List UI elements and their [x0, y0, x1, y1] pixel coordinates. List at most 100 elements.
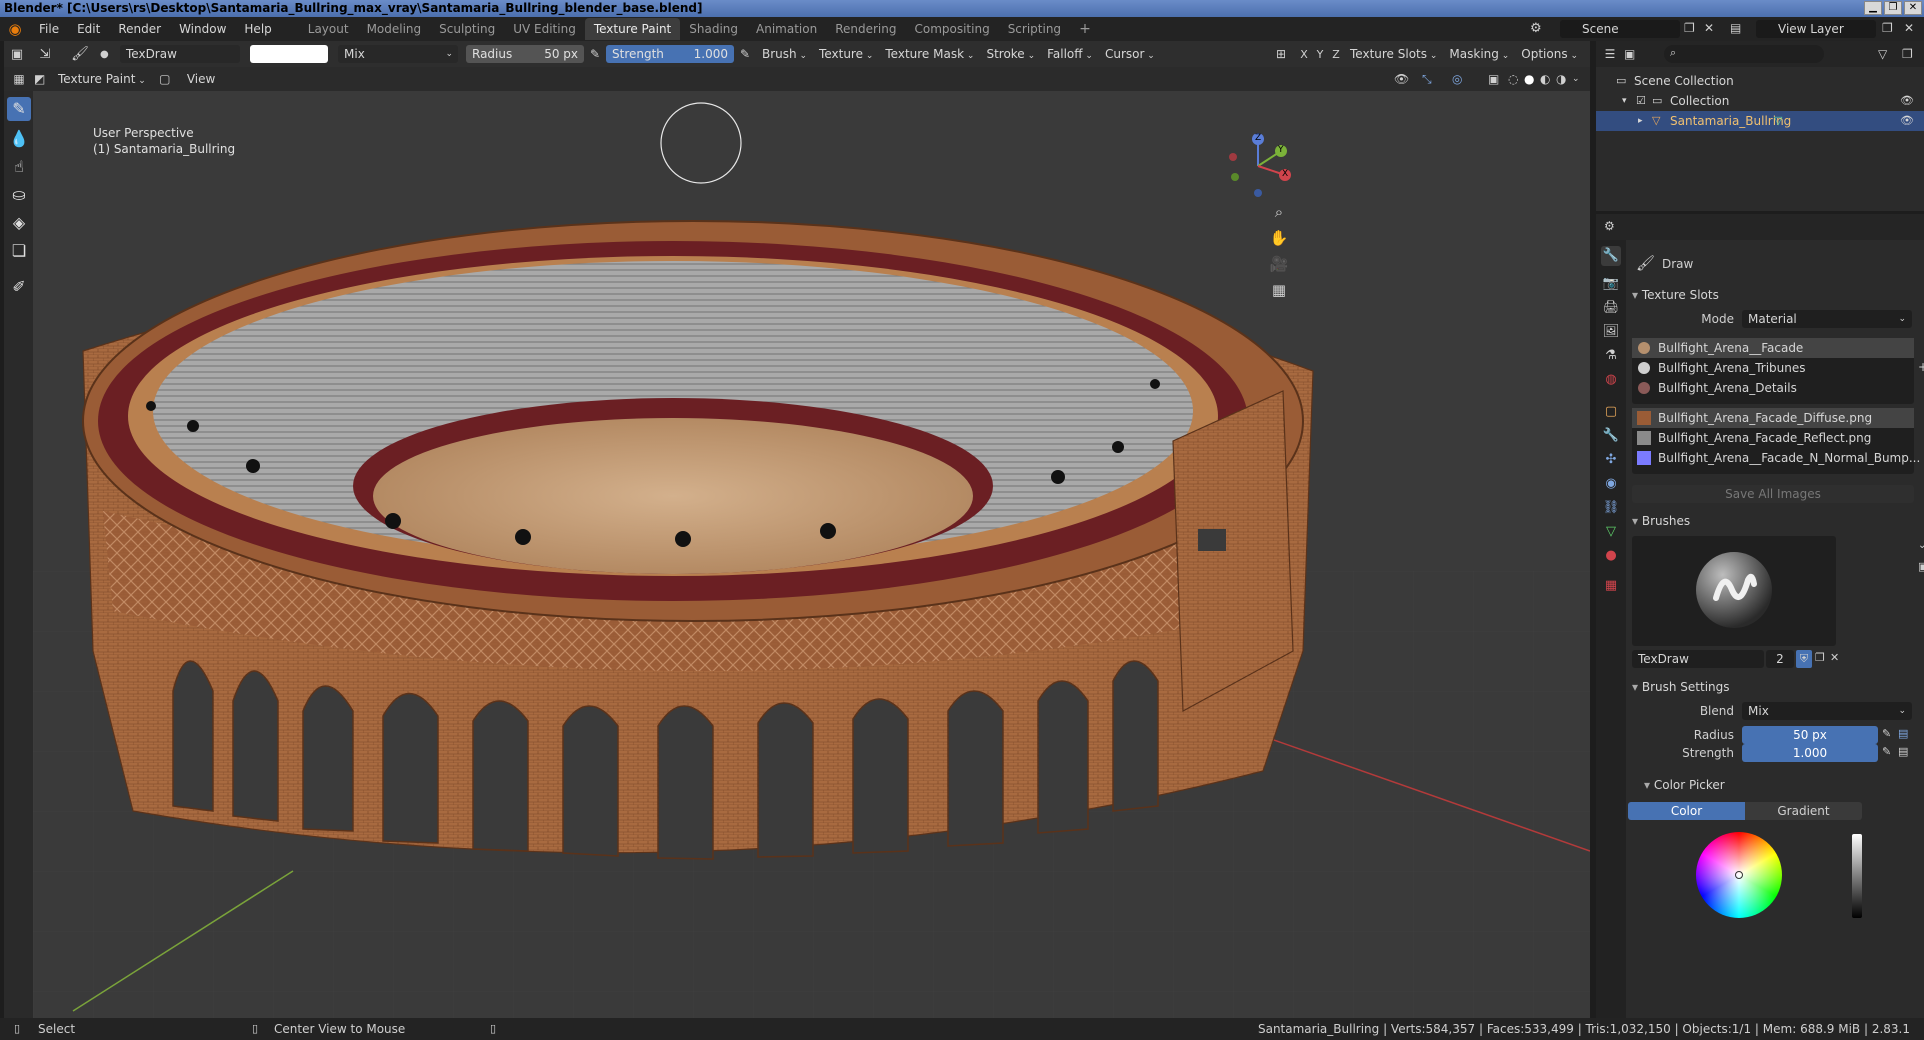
mode-select[interactable]: Material: [1742, 310, 1912, 328]
texture-slots-panel-header[interactable]: Texture Slots: [1632, 288, 1719, 302]
world-tab-icon[interactable]: ◍: [1601, 370, 1621, 390]
expand-arrow-icon[interactable]: ▸: [1638, 111, 1643, 131]
scene-selector[interactable]: Scene: [1560, 20, 1680, 38]
tab-compositing[interactable]: Compositing: [905, 18, 998, 40]
view-layer-selector[interactable]: View Layer: [1756, 20, 1876, 38]
minimize-button[interactable]: ▁: [1864, 1, 1882, 15]
color-wheel-cursor[interactable]: [1735, 871, 1743, 879]
object-tab-icon[interactable]: ▢: [1601, 402, 1621, 422]
list-item[interactable]: Bullfight_Arena_Tribunes: [1632, 358, 1914, 378]
radius-slider[interactable]: 50 px: [1742, 726, 1878, 744]
strength-pressure-icon[interactable]: ✎: [1882, 745, 1891, 758]
symmetry-icon[interactable]: ⊞: [1276, 47, 1296, 61]
blender-logo-icon[interactable]: ◉: [0, 20, 30, 38]
menu-edit[interactable]: Edit: [68, 22, 109, 36]
new-view-layer-icon[interactable]: ❐: [1882, 21, 1893, 35]
add-workspace-button[interactable]: +: [1070, 17, 1100, 41]
brush-users-count[interactable]: 2: [1766, 650, 1794, 668]
clone-tool-button[interactable]: ⛀: [7, 183, 31, 207]
shading-solid-icon[interactable]: ●: [1524, 72, 1540, 86]
brushes-panel-header[interactable]: Brushes: [1632, 514, 1690, 528]
overlay-icon[interactable]: ◎: [1452, 72, 1488, 86]
image-slot-list[interactable]: Bullfight_Arena_Facade_Diffuse.png Bullf…: [1632, 408, 1920, 474]
shading-wireframe-icon[interactable]: ◌: [1508, 72, 1524, 86]
output-tab-icon[interactable]: 🖨: [1601, 298, 1621, 318]
modifier-tab-icon[interactable]: 🔧: [1601, 426, 1621, 446]
outliner-search-input[interactable]: ⌕: [1664, 45, 1824, 63]
strength-slider[interactable]: 1.000: [1742, 744, 1878, 762]
fake-user-shield-icon[interactable]: ⛨: [1796, 650, 1812, 668]
annotate-tool-button[interactable]: ✐: [7, 275, 31, 299]
mirror-x-toggle[interactable]: X: [1296, 48, 1312, 61]
falloff-menu[interactable]: Falloff: [1041, 47, 1099, 61]
duplicate-brush-icon[interactable]: ❐: [1815, 651, 1825, 664]
tab-scripting[interactable]: Scripting: [999, 18, 1070, 40]
brush-color-swatch[interactable]: [250, 45, 328, 63]
tool-mode-icon[interactable]: ⇲: [30, 47, 60, 62]
brush-options-icon[interactable]: ▣: [1918, 560, 1924, 573]
list-item[interactable]: Bullfight_Arena__Facade: [1632, 338, 1914, 358]
constraints-tab-icon[interactable]: ⛓: [1601, 498, 1621, 518]
blend-select[interactable]: Mix: [1742, 702, 1912, 720]
tab-sculpting[interactable]: Sculpting: [430, 18, 504, 40]
shading-options-icon[interactable]: ⌄: [1572, 74, 1590, 84]
brush-name-field[interactable]: TexDraw: [120, 45, 240, 63]
remove-scene-icon[interactable]: ✕: [1704, 21, 1714, 35]
brush-preview[interactable]: [1632, 536, 1836, 646]
outliner-row-scene-collection[interactable]: ▭ Scene Collection: [1596, 71, 1924, 91]
color-wheel[interactable]: [1696, 832, 1782, 918]
material-slot-list[interactable]: Bullfight_Arena__Facade Bullfight_Arena_…: [1632, 338, 1914, 404]
expand-arrow-icon[interactable]: ▾: [1622, 91, 1627, 111]
view-editor-icon[interactable]: ▦: [4, 72, 34, 86]
tab-rendering[interactable]: Rendering: [826, 18, 905, 40]
scene-tab-icon[interactable]: ⚗: [1601, 346, 1621, 366]
viewport-canvas[interactable]: User Perspective (1) Santamaria_Bullring…: [33, 91, 1590, 1018]
strength-unit-icon[interactable]: ▤: [1898, 745, 1908, 758]
tab-uv-editing[interactable]: UV Editing: [504, 18, 585, 40]
editor-type-icon[interactable]: ▣: [4, 47, 30, 62]
list-item[interactable]: Bullfight_Arena_Facade_Reflect.png: [1632, 428, 1914, 448]
data-tab-icon[interactable]: ▽: [1601, 522, 1621, 542]
tool-tab-icon[interactable]: 🔧: [1601, 246, 1621, 266]
radius-slider[interactable]: Radius 50 px: [466, 45, 584, 63]
add-slot-icon[interactable]: +: [1918, 360, 1924, 374]
blend-mode-select[interactable]: Mix ⌄: [338, 45, 458, 63]
tab-animation[interactable]: Animation: [747, 18, 826, 40]
texture-slots-menu[interactable]: Texture Slots: [1344, 47, 1443, 61]
strength-slider[interactable]: Strength 1.000: [606, 45, 734, 63]
new-collection-icon[interactable]: ❐: [1902, 47, 1924, 61]
list-item[interactable]: Bullfight_Arena_Facade_Diffuse.png: [1632, 408, 1914, 428]
checkbox-icon[interactable]: ☑: [1636, 91, 1646, 111]
maximize-button[interactable]: ❐: [1884, 1, 1902, 15]
fill-tool-button[interactable]: ◈: [7, 211, 31, 235]
ortho-grid-icon[interactable]: ▦: [1268, 279, 1290, 301]
mask-tool-button[interactable]: ❏: [7, 239, 31, 263]
zoom-icon[interactable]: ⌕: [1268, 201, 1290, 223]
tab-shading[interactable]: Shading: [680, 18, 747, 40]
shading-rendered-icon[interactable]: ◑: [1556, 72, 1572, 86]
properties-editor-icon[interactable]: ⚙: [1604, 219, 1615, 233]
view-layer-icon[interactable]: ▤: [1730, 21, 1741, 35]
scene-icon[interactable]: ⚙: [1530, 21, 1542, 36]
render-tab-icon[interactable]: 📷: [1601, 274, 1621, 294]
tab-modeling[interactable]: Modeling: [358, 18, 431, 40]
new-scene-icon[interactable]: ❐: [1684, 21, 1695, 35]
outliner-row-collection[interactable]: ▾ ☑ ▭ Collection 👁: [1596, 91, 1924, 111]
remove-view-layer-icon[interactable]: ✕: [1904, 21, 1914, 35]
soften-tool-button[interactable]: 💧: [7, 127, 31, 151]
camera-icon[interactable]: 🎥: [1268, 253, 1290, 275]
display-toggle-icon[interactable]: ▢: [152, 72, 178, 86]
pen-pressure-icon[interactable]: ✎: [584, 47, 606, 61]
eye-icon[interactable]: 👁: [1900, 111, 1914, 131]
material-tab-icon[interactable]: ●: [1601, 546, 1621, 566]
view-layer-tab-icon[interactable]: 🖼: [1601, 322, 1621, 342]
menu-help[interactable]: Help: [235, 22, 280, 36]
gradient-tab[interactable]: Gradient: [1745, 802, 1862, 820]
list-item[interactable]: Bullfight_Arena__Facade_N_Normal_Bump...: [1632, 448, 1920, 468]
visibility-icon[interactable]: 👁: [1394, 72, 1422, 86]
physics-tab-icon[interactable]: ◉: [1601, 474, 1621, 494]
chevron-down-icon[interactable]: ⌄: [1918, 540, 1924, 551]
menu-render[interactable]: Render: [109, 22, 170, 36]
stroke-menu[interactable]: Stroke: [980, 47, 1041, 61]
color-tab[interactable]: Color: [1628, 802, 1745, 820]
